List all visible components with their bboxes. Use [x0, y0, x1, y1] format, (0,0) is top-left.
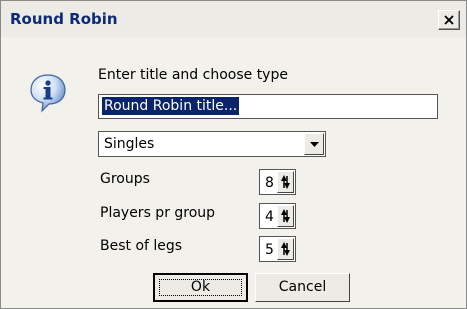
players-spinner[interactable]: 4 — [259, 203, 296, 229]
info-icon — [30, 74, 66, 113]
groups-label: Groups — [100, 171, 150, 187]
window-title: Round Robin — [10, 10, 118, 28]
prompt-label: Enter title and choose type — [98, 67, 288, 83]
close-button[interactable] — [438, 10, 460, 30]
players-spin-buttons[interactable] — [277, 205, 294, 227]
round-robin-dialog: Round Robin Enter title and choose type … — [0, 0, 467, 309]
focus-rect — [159, 279, 242, 296]
players-value: 4 — [265, 209, 274, 225]
cancel-button[interactable]: Cancel — [255, 273, 350, 302]
close-icon — [444, 15, 454, 25]
type-select[interactable]: Singles — [98, 131, 326, 157]
chevron-down-icon — [310, 142, 319, 147]
spin-arrows-icon — [281, 209, 290, 223]
groups-spinner[interactable]: 8 — [259, 169, 296, 195]
cancel-button-label: Cancel — [278, 279, 327, 295]
legs-value: 5 — [265, 242, 274, 258]
legs-spin-buttons[interactable] — [277, 238, 294, 260]
best-of-legs-label: Best of legs — [100, 238, 183, 254]
title-input[interactable]: Round Robin title... — [98, 94, 438, 119]
ok-button[interactable]: Ok — [153, 273, 248, 302]
spin-arrows-icon — [281, 242, 290, 256]
groups-value: 8 — [265, 175, 274, 191]
title-input-value: Round Robin title... — [102, 97, 240, 115]
type-dropdown-button[interactable] — [304, 133, 324, 155]
groups-spin-buttons[interactable] — [277, 171, 294, 193]
spin-arrows-icon — [281, 175, 290, 189]
title-bar: Round Robin — [1, 1, 466, 37]
type-select-value: Singles — [104, 136, 155, 152]
players-pr-group-label: Players pr group — [100, 205, 216, 221]
legs-spinner[interactable]: 5 — [259, 236, 296, 262]
